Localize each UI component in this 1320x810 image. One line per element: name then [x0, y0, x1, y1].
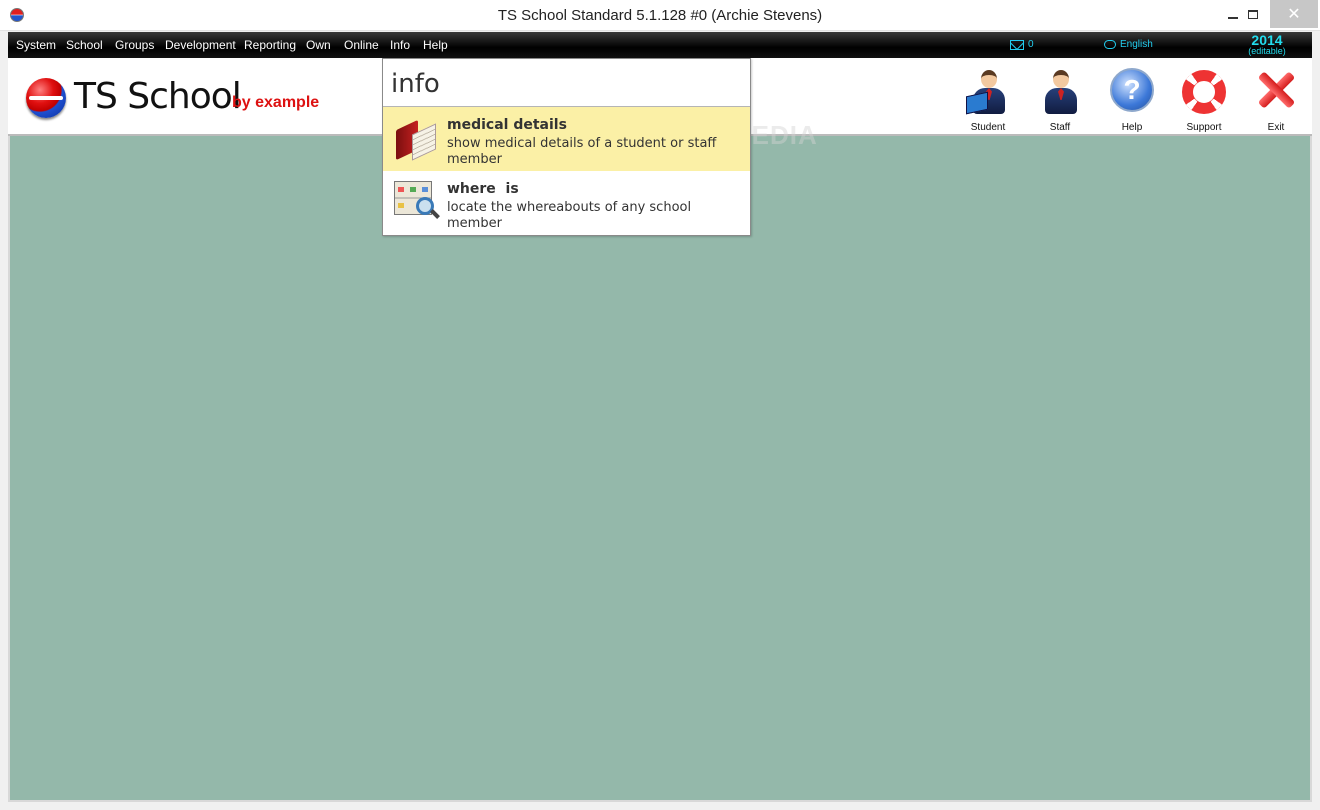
menu-bar: System School Groups Development Reporti…	[8, 32, 1312, 58]
toolbar-label: Student	[970, 122, 1006, 133]
menu-reporting[interactable]: Reporting	[244, 38, 296, 52]
medical-book-icon	[392, 115, 440, 161]
locate-map-icon	[392, 179, 440, 225]
minimize-icon	[1228, 17, 1238, 19]
menu-own[interactable]: Own	[306, 38, 331, 52]
result-description: show medical details of a student or sta…	[447, 136, 717, 167]
mail-count: 0	[1028, 39, 1034, 50]
logo-text: TS School	[74, 76, 242, 117]
help-icon: ?	[1108, 66, 1156, 116]
toolbar-label: Help	[1121, 122, 1143, 133]
maximize-button[interactable]	[1238, 0, 1268, 28]
search-popup: info medical details show medical detail…	[382, 58, 751, 236]
result-title: medical details	[447, 117, 567, 133]
logo-ball-icon	[26, 78, 66, 118]
logo-tagline: by example	[232, 94, 320, 111]
menu-development[interactable]: Development	[165, 38, 236, 52]
menu-online[interactable]: Online	[344, 38, 379, 52]
toolbar-student-button[interactable]: Student	[956, 66, 1020, 133]
envelope-icon	[1010, 39, 1024, 50]
staff-icon	[1036, 66, 1084, 116]
toolbar-label: Exit	[1267, 122, 1285, 133]
search-result-medical-details[interactable]: medical details show medical details of …	[383, 107, 750, 171]
menu-system[interactable]: System	[16, 38, 56, 52]
title-bar: TS School Standard 5.1.128 #0 (Archie St…	[0, 0, 1320, 31]
result-title: where is	[447, 181, 519, 197]
search-input[interactable]: info	[383, 59, 750, 107]
year-note: (editable)	[1248, 46, 1286, 56]
mail-indicator[interactable]: 0	[1010, 39, 1034, 50]
lifebuoy-icon	[1180, 66, 1228, 116]
window-title: TS School Standard 5.1.128 #0 (Archie St…	[497, 7, 823, 24]
toolbar-label: Support	[1186, 122, 1222, 133]
toolbar-exit-button[interactable]: Exit	[1244, 66, 1308, 133]
menu-help[interactable]: Help	[423, 38, 448, 52]
maximize-icon	[1248, 9, 1258, 19]
language-selector[interactable]: English	[1104, 39, 1153, 50]
student-icon	[964, 66, 1012, 116]
close-icon: ✕	[1287, 6, 1301, 23]
menu-school[interactable]: School	[66, 38, 103, 52]
year-value: 2014	[1251, 32, 1283, 48]
menu-groups[interactable]: Groups	[115, 38, 154, 52]
close-button[interactable]: ✕	[1270, 0, 1318, 28]
result-description: locate the whereabouts of any school mem…	[447, 200, 692, 231]
language-label: English	[1120, 39, 1153, 50]
exit-icon	[1252, 66, 1300, 116]
year-selector[interactable]: 2014 (editable)	[1242, 33, 1292, 56]
speech-bubble-icon	[1104, 40, 1116, 49]
menu-info[interactable]: Info	[390, 38, 410, 52]
toolbar-help-button[interactable]: ? Help	[1100, 66, 1164, 133]
toolbar-staff-button[interactable]: Staff	[1028, 66, 1092, 133]
search-result-where-is[interactable]: where is locate the whereabouts of any s…	[383, 171, 750, 235]
toolbar-support-button[interactable]: Support	[1172, 66, 1236, 133]
toolbar-label: Staff	[1049, 122, 1071, 133]
